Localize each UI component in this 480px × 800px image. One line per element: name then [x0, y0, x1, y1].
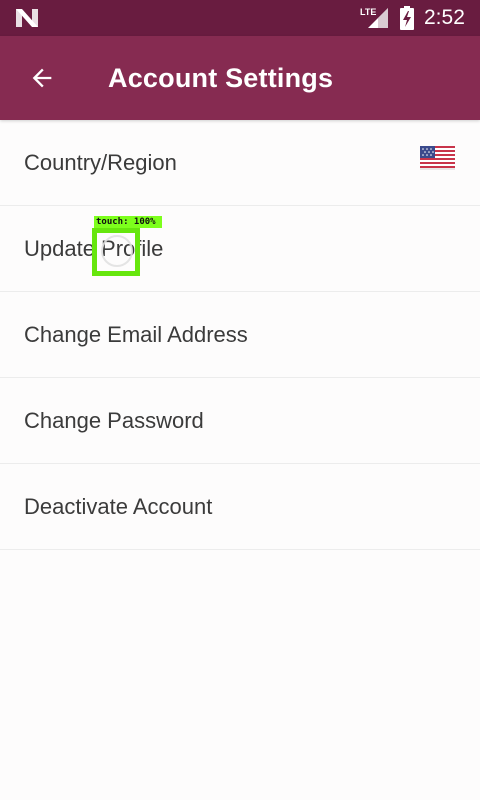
setting-update-profile[interactable]: Update Profile [0, 206, 480, 292]
setting-label: Change Email Address [24, 322, 248, 347]
n-logo-icon [16, 9, 38, 27]
back-button[interactable] [18, 54, 66, 102]
touch-indicator-box [92, 228, 140, 276]
setting-deactivate-account[interactable]: Deactivate Account [0, 464, 480, 550]
setting-change-email[interactable]: Change Email Address [0, 292, 480, 378]
setting-change-password[interactable]: Change Password [0, 378, 480, 464]
setting-label: Change Password [24, 408, 204, 433]
battery-charging-icon [400, 6, 414, 30]
arrow-left-icon [32, 68, 52, 88]
setting-label: Country/Region [24, 150, 177, 175]
setting-label: Deactivate Account [24, 494, 213, 519]
us-flag-icon [420, 146, 455, 170]
status-bar: LTE 2:52 [0, 0, 480, 36]
lte-signal-icon: LTE [360, 7, 388, 28]
touch-indicator-label: touch: 100% [94, 216, 162, 228]
settings-list: Country/Region Update Profile Change Ema… [0, 120, 480, 550]
page-title: Account Settings [108, 63, 334, 93]
setting-country-region[interactable]: Country/Region [0, 120, 480, 206]
app-bar: Account Settings [0, 36, 480, 120]
status-time: 2:52 [424, 6, 465, 29]
lte-label: LTE [360, 7, 376, 17]
screen: LTE 2:52 Account Settings Country/Region [0, 0, 480, 800]
